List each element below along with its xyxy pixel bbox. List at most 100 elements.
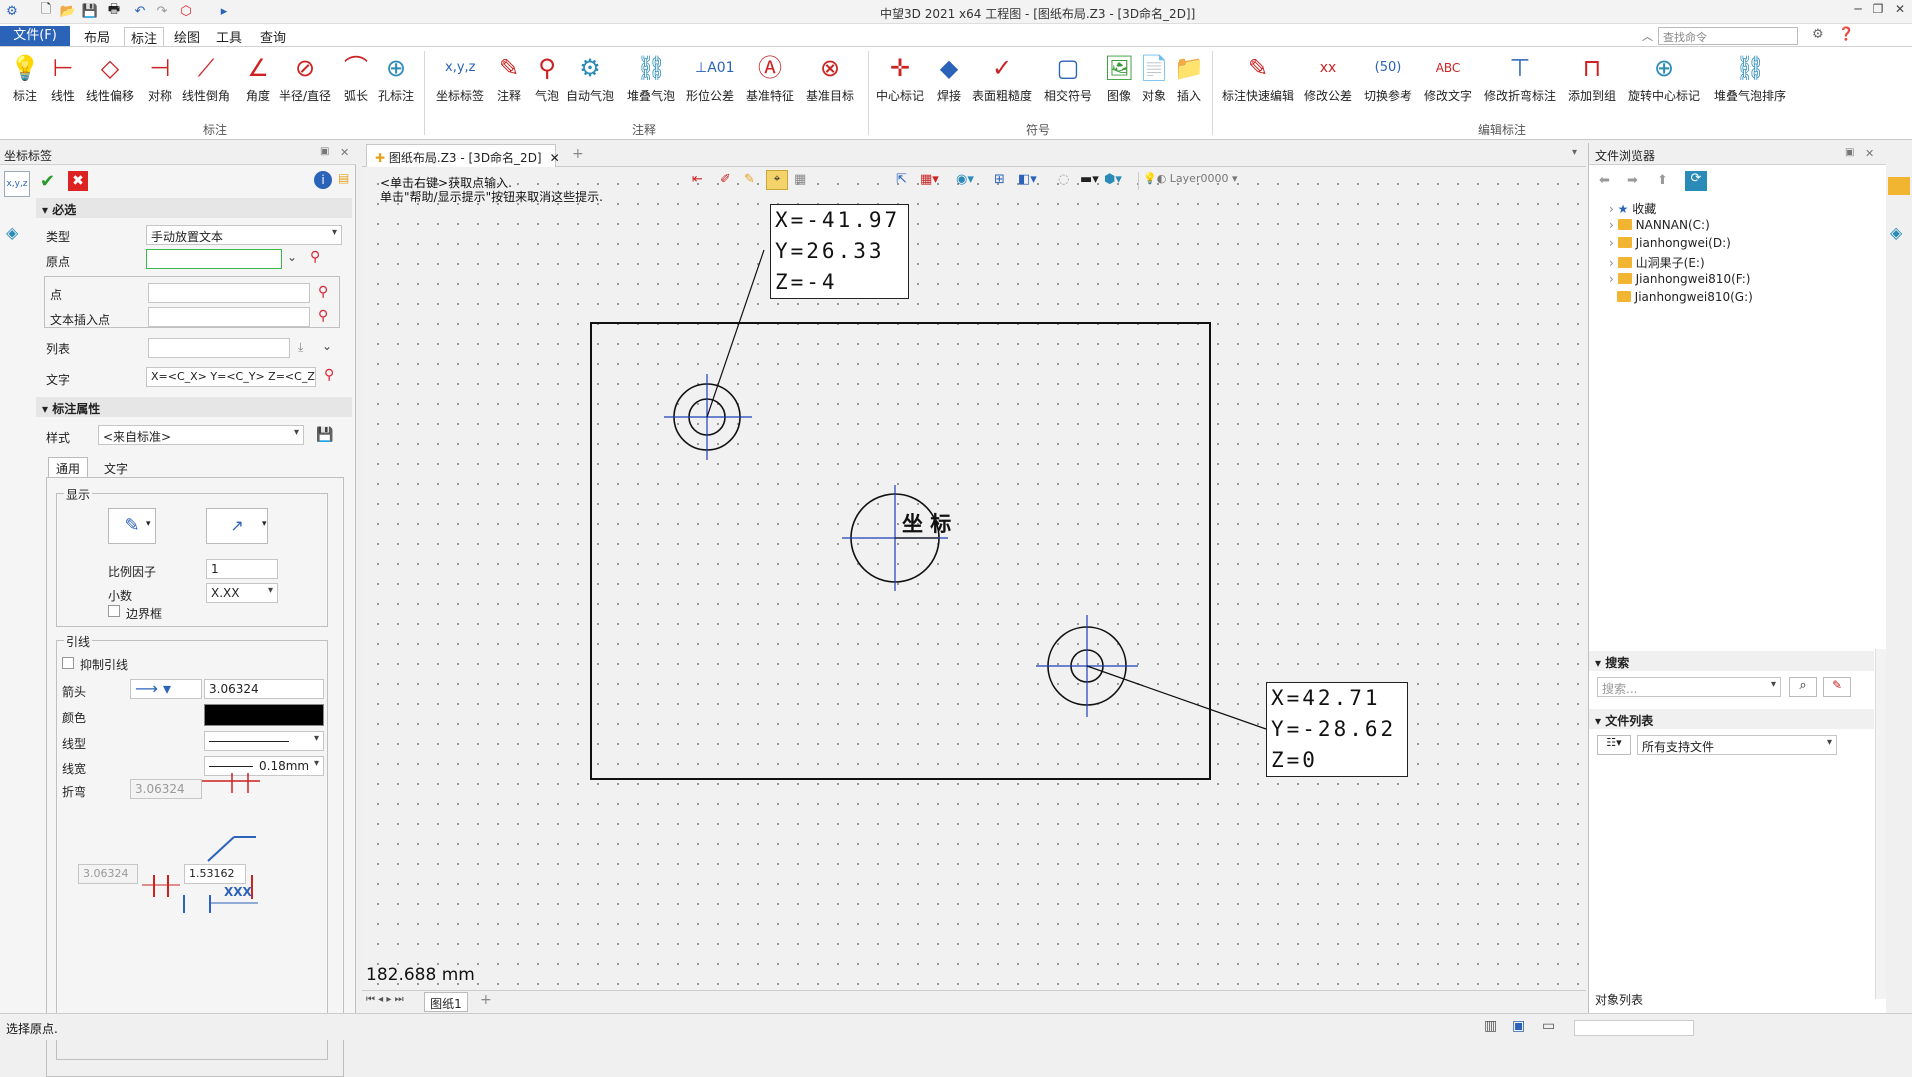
new-file-icon[interactable]: 🗋 bbox=[38, 2, 54, 19]
file-search-input[interactable]: 搜索... bbox=[1597, 677, 1781, 697]
type-select[interactable]: 手动放置文本 bbox=[146, 225, 342, 245]
text-input[interactable]: X=<C_X> Y=<C_Y> Z=<C_Z> bbox=[146, 367, 316, 387]
ordinate-label-button[interactable]: x,y,z 坐标标签 bbox=[436, 53, 484, 104]
add-to-group-button[interactable]: ⊓ 添加到组 bbox=[1568, 53, 1616, 104]
bend-input[interactable]: 3.06324 bbox=[130, 779, 202, 799]
sheet-nav-icon[interactable]: ⏮ ◂ ▸ ⏭ bbox=[366, 994, 404, 1005]
tree-drive-g[interactable]: Jianhongwei810(G:) bbox=[1609, 290, 1753, 304]
tab-menu-icon[interactable]: ▾ bbox=[1572, 147, 1577, 158]
sheet-tab[interactable]: 图纸1 bbox=[424, 992, 468, 1012]
image-button[interactable]: 🖼 图像 bbox=[1104, 53, 1134, 104]
help-tip-icon[interactable]: ▤ bbox=[338, 171, 349, 185]
file-list-header[interactable]: ▾ 文件列表 bbox=[1589, 709, 1874, 729]
note-button[interactable]: ✎ 注释 bbox=[494, 53, 524, 104]
close-panel-icon[interactable]: ✕ bbox=[340, 146, 349, 159]
linear-chamfer-button[interactable]: ⟋ 线性倒角 bbox=[182, 53, 230, 104]
close-icon[interactable]: ✕ bbox=[1892, 2, 1908, 20]
window-icon[interactable]: ▭ bbox=[1542, 1018, 1555, 1034]
required-section-header[interactable]: ▾ 必选 bbox=[36, 198, 352, 218]
decimal-select[interactable]: X.XX bbox=[206, 583, 278, 603]
search-section-header[interactable]: ▾ 搜索 bbox=[1589, 651, 1874, 671]
stack-balloon-sort-button[interactable]: ⛓ 堆叠气泡排序 bbox=[1714, 53, 1786, 104]
minimize-icon[interactable]: ─ bbox=[1850, 2, 1866, 20]
intersection-symbol-button[interactable]: ▢ 相交符号 bbox=[1044, 53, 1092, 104]
scale-input[interactable]: 1 bbox=[206, 559, 278, 579]
color-swatch[interactable] bbox=[204, 704, 324, 726]
auto-balloon-button[interactable]: ⚙ 自动气泡 bbox=[566, 53, 614, 104]
pick-point-icon[interactable]: ⚲ bbox=[310, 249, 320, 265]
menu-file[interactable]: 文件(F) bbox=[0, 26, 70, 46]
modify-jog-button[interactable]: ⊤ 修改折弯标注 bbox=[1484, 53, 1556, 104]
surface-roughness-button[interactable]: ✓ 表面粗糙度 bbox=[972, 53, 1032, 104]
tree-drive-f[interactable]: › Jianhongwei810(F:) bbox=[1609, 272, 1750, 286]
play-icon[interactable]: ▸ bbox=[216, 3, 232, 19]
menu-annotation[interactable]: 标注 bbox=[124, 27, 165, 47]
tab-text[interactable]: 文字 bbox=[104, 460, 128, 477]
text-insert-input[interactable] bbox=[148, 307, 310, 327]
save-icon[interactable]: 💾 bbox=[82, 3, 98, 19]
view-mode-icon[interactable]: ☷▾ bbox=[1597, 735, 1631, 755]
tree-drive-d[interactable]: › Jianhongwei(D:) bbox=[1609, 236, 1731, 250]
dropdown-icon[interactable]: ▾ bbox=[262, 519, 267, 529]
back-icon[interactable]: ⬅ bbox=[1599, 173, 1610, 188]
info-icon[interactable]: i bbox=[314, 171, 332, 189]
radius-diameter-button[interactable]: ⊘ 半径/直径 bbox=[279, 53, 331, 104]
menu-drawing[interactable]: 绘图 bbox=[174, 27, 200, 46]
quick-edit-button[interactable]: ✎ 标注快速编辑 bbox=[1222, 53, 1294, 104]
tree-drive-c[interactable]: › NANNAN(C:) bbox=[1609, 218, 1710, 232]
dropdown-icon[interactable]: ▾ bbox=[146, 519, 151, 529]
center-mark-button[interactable]: ✛ 中心标记 bbox=[876, 53, 924, 104]
view-manager-icon[interactable]: ◈ bbox=[1890, 223, 1902, 242]
expand-down-icon[interactable]: ⌄ bbox=[322, 339, 332, 353]
point-input[interactable] bbox=[148, 283, 310, 303]
help-icon[interactable]: ❓ bbox=[1838, 27, 1854, 42]
restore-icon[interactable]: ❐ bbox=[1870, 2, 1886, 20]
menu-query[interactable]: 查询 bbox=[260, 27, 286, 46]
document-tab[interactable]: ✚ 图纸布局.Z3 - [3D命名_2D] ✕ bbox=[366, 144, 560, 167]
datum-feature-button[interactable]: Ⓐ 基准特征 bbox=[746, 53, 794, 104]
stack-balloon-button[interactable]: ⛓ 堆叠气泡 bbox=[627, 53, 675, 104]
open-folder-icon[interactable]: 📂 bbox=[60, 3, 76, 19]
redo-icon[interactable]: ↷ bbox=[154, 3, 170, 19]
hole-1[interactable] bbox=[664, 374, 752, 460]
gdt-button[interactable]: ⊥A01 形位公差 bbox=[686, 53, 735, 104]
cancel-icon[interactable]: ✖ bbox=[68, 171, 88, 191]
angle-button[interactable]: ∠ 角度 bbox=[243, 53, 273, 104]
props-section-header[interactable]: ▾ 标注属性 bbox=[36, 397, 352, 417]
arc-length-button[interactable]: ⌒ 弧长 bbox=[341, 53, 371, 104]
rebuild-icon[interactable]: ⬡ bbox=[178, 3, 194, 19]
settings-gear-icon[interactable]: ⚙ bbox=[1812, 27, 1824, 42]
rotate-center-mark-button[interactable]: ⊕ 旋转中心标记 bbox=[1628, 53, 1700, 104]
pick-point-icon[interactable]: ⚲ bbox=[318, 308, 328, 324]
search-icon[interactable]: ⌕ bbox=[1789, 677, 1817, 697]
layout-icon[interactable]: ▥ bbox=[1484, 1018, 1497, 1034]
collapse-ribbon-icon[interactable]: ︿ bbox=[1642, 28, 1653, 44]
leader-style-icon[interactable]: ↗ bbox=[206, 508, 268, 544]
pick-point-icon[interactable]: ⚲ bbox=[318, 284, 328, 300]
center-annotation[interactable]: 坐 标 bbox=[902, 508, 951, 538]
weld-button[interactable]: ◆ 焊接 bbox=[934, 53, 964, 104]
tree-drive-e[interactable]: › 山洞果子(E:) bbox=[1609, 254, 1705, 271]
suppress-leader-checkbox[interactable] bbox=[62, 657, 74, 669]
add-sheet-icon[interactable]: + bbox=[480, 992, 492, 1008]
menu-tools[interactable]: 工具 bbox=[216, 27, 242, 46]
print-icon[interactable]: 🖶 bbox=[106, 2, 122, 19]
up-icon[interactable]: ⬆ bbox=[1657, 173, 1668, 188]
border-checkbox[interactable] bbox=[108, 605, 120, 617]
linear-offset-button[interactable]: ◇ 线性偏移 bbox=[86, 53, 134, 104]
tree-favorites[interactable]: › ★ 收藏 bbox=[1609, 200, 1656, 217]
save-style-icon[interactable]: 💾 bbox=[316, 427, 333, 443]
hole-callout-button[interactable]: ⊕ 孔标注 bbox=[378, 53, 414, 104]
insert-button[interactable]: 📁 插入 bbox=[1174, 53, 1204, 104]
pin-icon[interactable]: ▣ bbox=[320, 146, 329, 157]
pin-icon[interactable]: ▣ bbox=[1845, 147, 1854, 158]
dimension-button[interactable]: 💡 标注 bbox=[10, 53, 40, 104]
file-filter-select[interactable]: 所有支持文件 bbox=[1637, 735, 1837, 755]
close-panel-icon[interactable]: ✕ bbox=[1865, 147, 1874, 160]
origin-input[interactable] bbox=[146, 249, 282, 269]
datum-target-button[interactable]: ⊗ 基准目标 bbox=[806, 53, 854, 104]
forward-icon[interactable]: ➡ bbox=[1627, 173, 1638, 188]
clear-search-icon[interactable]: ✎ bbox=[1823, 677, 1851, 697]
confirm-icon[interactable]: ✔ bbox=[40, 171, 60, 192]
toggle-reference-button[interactable]: (50) 切换参考 bbox=[1364, 53, 1412, 104]
